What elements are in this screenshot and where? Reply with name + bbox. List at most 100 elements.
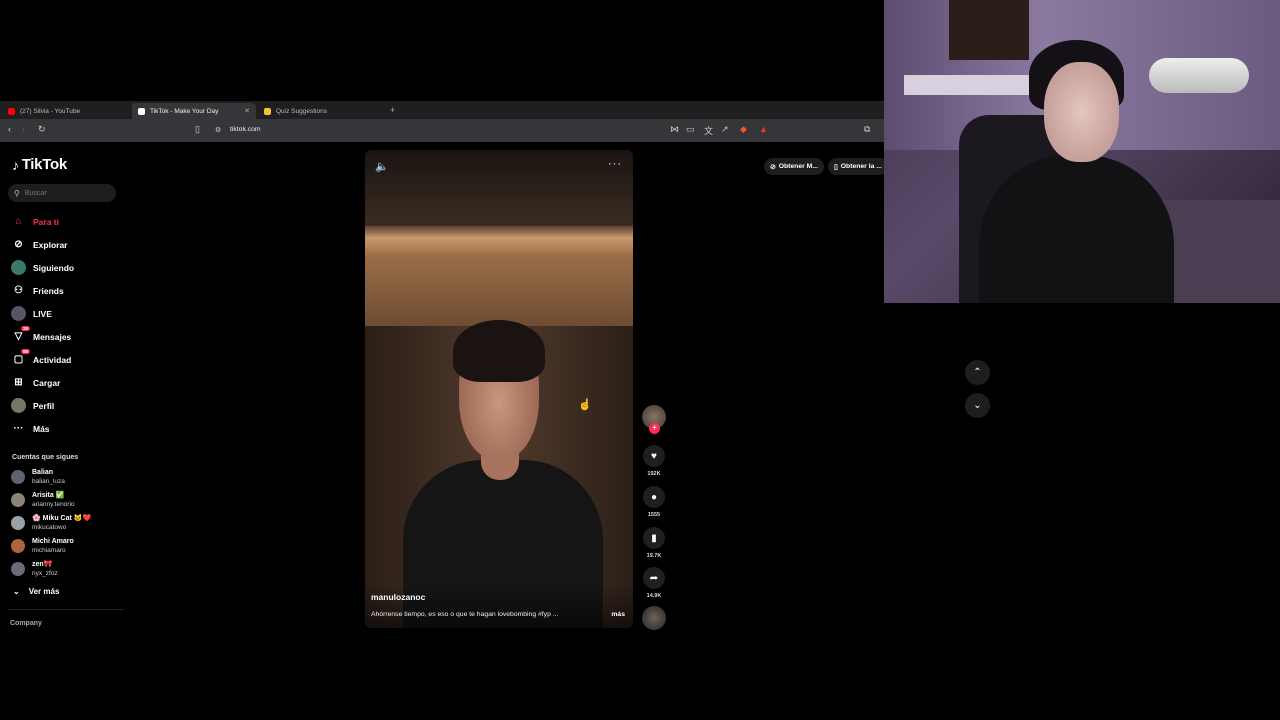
- tiktok-logo[interactable]: ♪ TikTok: [12, 156, 67, 173]
- activity-icon: ▢ 99: [13, 349, 30, 365]
- account-name: Balian: [32, 469, 54, 476]
- heart-icon: ♥: [643, 445, 665, 467]
- nav-mas[interactable]: ··· Más: [11, 421, 50, 436]
- video-username[interactable]: manulozanoc: [371, 592, 425, 602]
- save-button[interactable]: ▮ 19.7K: [642, 527, 666, 559]
- extension-icon[interactable]: ⋈: [670, 124, 679, 135]
- see-more-label: Ver más: [28, 587, 60, 596]
- nav-mensajes[interactable]: ▽ 39 Mensajes: [11, 326, 71, 344]
- account-name: zen🎀: [32, 561, 53, 568]
- tiktok-note-icon: ♪: [12, 156, 19, 173]
- following-icon: [11, 260, 26, 275]
- tab-label: TikTok - Make Your Day: [150, 107, 219, 115]
- account-name: 🌸 Miku Cat 🐱❤️: [32, 515, 92, 522]
- phone-icon: ▯: [834, 163, 838, 171]
- new-tab-icon[interactable]: +: [390, 105, 395, 115]
- nav-label: Más: [33, 423, 50, 434]
- site-info-icon[interactable]: ⚙: [215, 126, 221, 134]
- avatar: [11, 470, 25, 484]
- get-desktop-app-button[interactable]: ▯ Obtener la ...: [828, 158, 884, 175]
- brave-shield-icon[interactable]: ◆: [740, 124, 747, 135]
- get-app-button[interactable]: ⊘ Obtener M...: [764, 158, 824, 175]
- account-item[interactable]: 🌸 Miku Cat 🐱❤️ mikucatowo: [11, 514, 91, 532]
- hand-cursor-icon: ☝: [578, 399, 592, 411]
- account-handle: mikucatowo: [32, 524, 67, 531]
- nav-label: Explorar: [33, 239, 68, 250]
- translate-icon[interactable]: 文: [704, 124, 713, 137]
- share-arrow-icon: ➦: [643, 567, 665, 589]
- search-placeholder: Buscar: [24, 189, 47, 197]
- webcam-streamer: [979, 155, 1174, 303]
- account-handle: arianny.tenorio: [32, 501, 75, 508]
- comment-count: 1555: [647, 512, 661, 518]
- reload-icon[interactable]: ↻: [38, 124, 46, 135]
- previous-video-button[interactable]: ⌃: [965, 360, 990, 385]
- forward-icon[interactable]: ›: [22, 124, 25, 134]
- nav-explorar[interactable]: ⊘ Explorar: [11, 237, 68, 252]
- tab-youtube[interactable]: (27) Silvia - YouTube: [2, 103, 130, 119]
- music-disc-icon[interactable]: [642, 606, 666, 630]
- like-button[interactable]: ♥ 192K: [642, 445, 666, 477]
- account-item[interactable]: Michi Amaro michiamaro: [11, 537, 74, 555]
- share-button[interactable]: ➦ 14.9K: [642, 567, 666, 599]
- quiz-icon: [264, 107, 271, 115]
- account-item[interactable]: Balian balian_luza: [11, 468, 65, 486]
- comment-button[interactable]: ● 1555: [642, 486, 666, 518]
- app-icon: ⊘: [770, 163, 776, 171]
- nav-live[interactable]: LIVE: [11, 306, 52, 321]
- account-item[interactable]: zen🎀 nyx_zfoz: [11, 560, 58, 578]
- video-player[interactable]: 🔈 ··· manulozanoc Ahórrense tiempo, es e…: [365, 150, 633, 628]
- nav-cargar[interactable]: ⊞ Cargar: [11, 375, 60, 390]
- cast-icon[interactable]: ▭: [686, 124, 695, 135]
- company-link[interactable]: Company: [10, 620, 42, 627]
- nav-siguiendo[interactable]: Siguiendo: [11, 260, 74, 275]
- account-handle: nyx_zfoz: [32, 570, 58, 577]
- nav-friends[interactable]: ⚇ Friends: [11, 283, 64, 298]
- share-count: 14.9K: [646, 593, 662, 599]
- save-count: 19.7K: [646, 553, 662, 559]
- get-app-label: Obtener M...: [778, 163, 818, 170]
- nav-para-ti[interactable]: ⌂ Para ti: [11, 214, 59, 229]
- tiktok-icon: [138, 107, 145, 115]
- close-icon[interactable]: ✕: [244, 107, 250, 115]
- tab-label: (27) Silvia - YouTube: [20, 107, 81, 115]
- account-item[interactable]: Arisita ✅ arianny.tenorio: [11, 491, 75, 509]
- share-icon[interactable]: ↗: [721, 124, 729, 135]
- tab-tiktok[interactable]: TikTok - Make Your Day ✕: [132, 103, 256, 119]
- video-description: Ahórrense tiempo, es eso o que te hagan …: [371, 611, 559, 618]
- video-background: [365, 226, 633, 326]
- logo-text: TikTok: [21, 156, 67, 173]
- search-icon: ⚲: [14, 188, 20, 198]
- description-more-link[interactable]: más: [611, 611, 625, 618]
- following-section-title: Cuentas que sigues: [12, 454, 79, 461]
- chevron-up-icon: ⌃: [973, 367, 982, 378]
- browser-window: (27) Silvia - YouTube TikTok - Make Your…: [0, 101, 884, 641]
- rewards-icon[interactable]: ▲: [759, 124, 768, 134]
- more-icon: ···: [13, 423, 24, 434]
- upload-icon: ⊞: [14, 377, 23, 388]
- nav-actividad[interactable]: ▢ 99 Actividad: [11, 349, 71, 367]
- tab-bar: (27) Silvia - YouTube TikTok - Make Your…: [0, 101, 884, 119]
- follow-plus-icon[interactable]: +: [649, 423, 660, 434]
- caption-overlay: [365, 584, 633, 628]
- bookmark-icon[interactable]: ▯: [195, 124, 200, 135]
- nav-perfil[interactable]: Perfil: [11, 398, 54, 413]
- more-options-icon[interactable]: ···: [608, 158, 622, 170]
- tab-quiz[interactable]: Quiz Suggestions: [258, 103, 384, 119]
- next-video-button[interactable]: ⌄: [965, 393, 990, 418]
- nav-label: Perfil: [33, 400, 55, 411]
- home-icon: ⌂: [15, 216, 22, 227]
- nav-label: Para ti: [33, 216, 59, 227]
- search-input[interactable]: ⚲ Buscar: [8, 184, 116, 202]
- back-icon[interactable]: ‹: [8, 124, 11, 134]
- webcam-background: [949, 0, 1029, 60]
- extensions-menu-icon[interactable]: ⧉: [864, 124, 870, 135]
- avatar: [11, 516, 25, 530]
- friends-icon: ⚇: [14, 285, 23, 296]
- compass-icon: ⊘: [14, 239, 23, 250]
- avatar: [11, 562, 25, 576]
- volume-icon[interactable]: 🔈: [375, 160, 389, 173]
- account-name: Michi Amaro: [32, 538, 74, 545]
- address-bar[interactable]: tiktok.com: [230, 126, 261, 133]
- see-more-button[interactable]: ⌄ Ver más: [13, 587, 59, 596]
